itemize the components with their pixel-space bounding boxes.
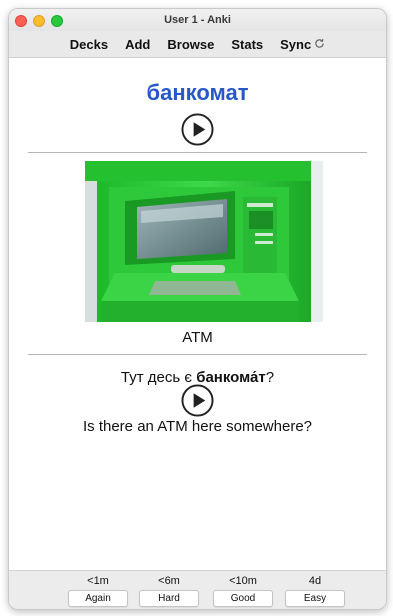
sync-icon [314,37,325,52]
card-content: банкомат ATM Тут десь є банкома́т? Is th… [9,58,386,570]
interval-label: <1m [87,575,109,587]
play-audio-icon[interactable] [181,384,214,417]
window-title: User 1 - Anki [164,14,231,26]
answer-hard: <6m Hard [139,571,199,607]
maximize-window-button[interactable] [51,15,63,27]
interval-label: <10m [229,575,257,587]
main-toolbar: Decks Add Browse Stats Sync [9,31,386,58]
close-window-button[interactable] [15,15,27,27]
toolbar-decks-button[interactable]: Decks [70,37,108,52]
title-bar: User 1 - Anki [9,9,386,31]
easy-button[interactable]: Easy [285,590,345,607]
interval-label: <6m [158,575,180,587]
answer-bar: <1m Again <6m Hard <10m Good 4d Easy [9,570,386,609]
divider [28,152,367,153]
sentence-translation: Is there an ATM here somewhere? [83,418,312,435]
sentence-suffix: ? [265,369,275,386]
minimize-window-button[interactable] [33,15,45,27]
image-caption: ATM [182,329,213,346]
again-button[interactable]: Again [68,590,128,607]
sync-label: Sync [280,36,312,52]
atm-image [85,161,323,322]
toolbar-add-button[interactable]: Add [125,37,150,52]
answer-again: <1m Again [68,571,128,607]
play-audio-icon[interactable] [181,113,214,146]
toolbar-stats-button[interactable]: Stats [231,37,263,52]
answer-good: <10m Good [213,571,273,607]
toolbar-sync-button[interactable]: Sync [280,37,325,52]
good-button[interactable]: Good [213,590,273,607]
answer-easy: 4d Easy [285,571,345,607]
card-word: банкомат [146,80,249,105]
hard-button[interactable]: Hard [139,590,199,607]
interval-label: 4d [308,575,322,587]
anki-window: User 1 - Anki Decks Add Browse Stats Syn… [8,8,387,610]
divider [28,354,367,355]
toolbar-browse-button[interactable]: Browse [167,37,214,52]
